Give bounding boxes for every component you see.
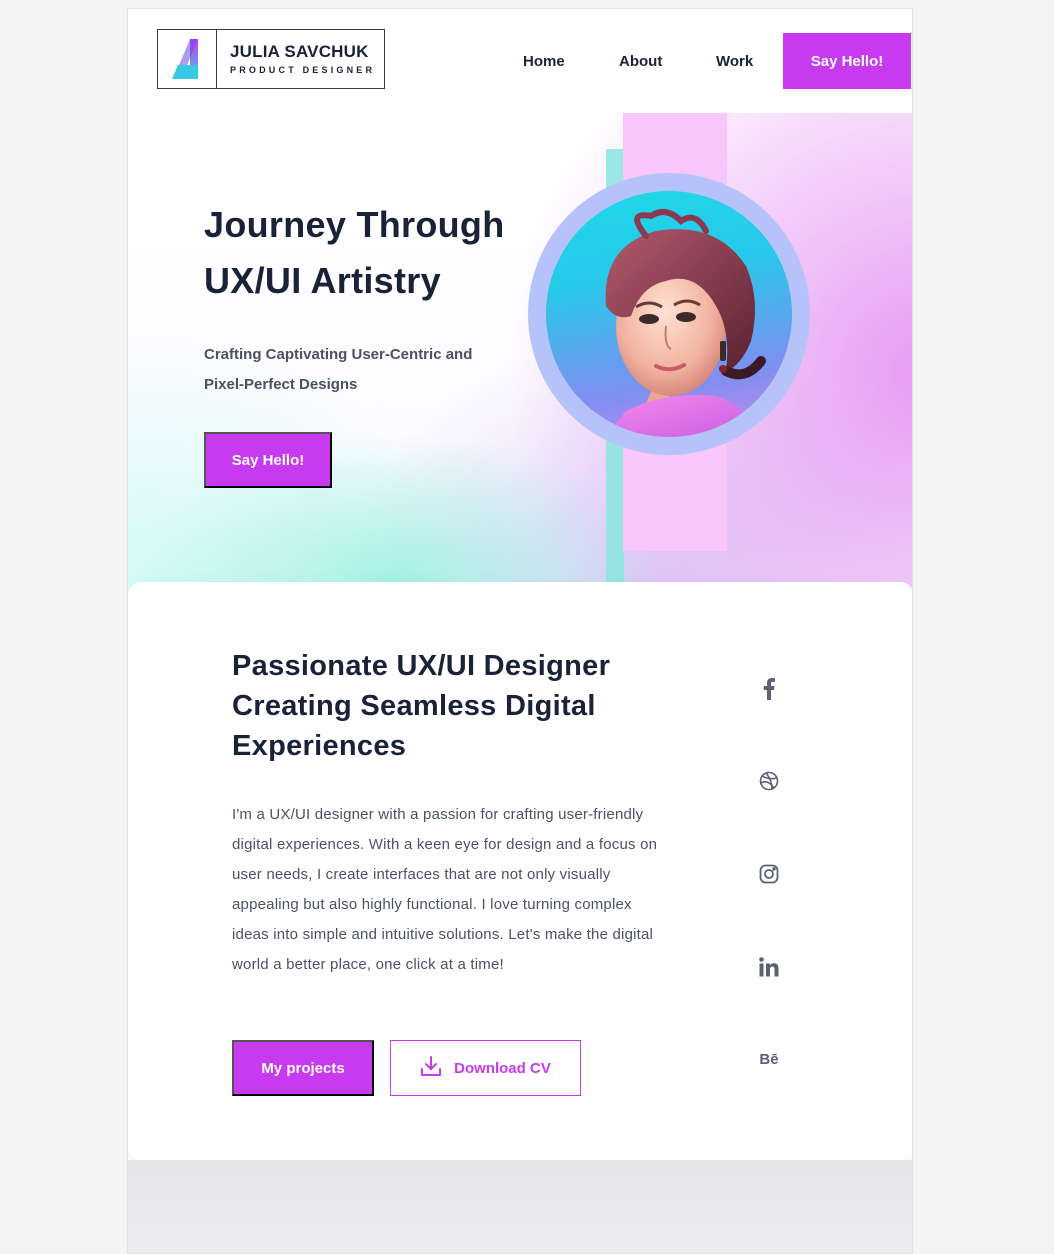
hero-subtitle: Crafting Captivating User-Centric and Pi… xyxy=(204,340,524,400)
stylized-letter-a-icon xyxy=(158,30,217,88)
hero-title: Journey Through UX/UI Artistry xyxy=(204,197,544,309)
avatar-ring xyxy=(528,173,810,455)
download-cv-button[interactable]: Download CV xyxy=(390,1040,581,1096)
behance-label: Bē xyxy=(759,1050,779,1068)
hero-title-line-1: Journey Through xyxy=(204,204,505,245)
about-title: Passionate UX/UI Designer Creating Seaml… xyxy=(232,650,611,762)
hero-subtitle-line-2: Pixel-Perfect Designs xyxy=(204,376,358,393)
dribbble-icon[interactable] xyxy=(748,760,790,802)
download-cv-label: Download CV xyxy=(454,1059,551,1077)
behance-icon[interactable]: Bē xyxy=(748,1038,790,1080)
logo[interactable]: JULIA SAVCHUK PRODUCT DESIGNER xyxy=(157,29,385,89)
instagram-icon[interactable] xyxy=(748,853,790,895)
hero-subtitle-line-1: Crafting Captivating User-Centric and xyxy=(204,346,473,363)
my-projects-button[interactable]: My projects xyxy=(232,1040,374,1096)
nav-work-link[interactable]: Work xyxy=(716,53,753,70)
site-header: JULIA SAVCHUK PRODUCT DESIGNER Home Abou… xyxy=(128,9,912,113)
portrait-illustration xyxy=(605,209,766,437)
about-body: I'm a UX/UI designer with a passion for … xyxy=(232,806,658,973)
nav-home-link[interactable]: Home xyxy=(523,53,565,70)
download-icon xyxy=(420,1055,442,1081)
logo-text: JULIA SAVCHUK PRODUCT DESIGNER xyxy=(217,30,375,88)
brand-name: JULIA SAVCHUK xyxy=(230,42,369,61)
avatar xyxy=(546,191,792,437)
about-section: Passionate UX/UI Designer Creating Seaml… xyxy=(128,582,912,1160)
brand-role: PRODUCT DESIGNER xyxy=(230,65,376,75)
footer-shadow-area xyxy=(128,1160,912,1253)
header-say-hello-button[interactable]: Say Hello! xyxy=(783,33,911,89)
facebook-icon[interactable] xyxy=(748,668,790,710)
page-container: JULIA SAVCHUK PRODUCT DESIGNER Home Abou… xyxy=(127,8,913,1254)
hero-title-line-2: UX/UI Artistry xyxy=(204,260,441,301)
linkedin-icon[interactable] xyxy=(748,946,790,988)
hero-section: Journey Through UX/UI Artistry Crafting … xyxy=(128,113,912,593)
nav-about-link[interactable]: About xyxy=(619,53,662,70)
hero-say-hello-button[interactable]: Say Hello! xyxy=(204,432,332,488)
